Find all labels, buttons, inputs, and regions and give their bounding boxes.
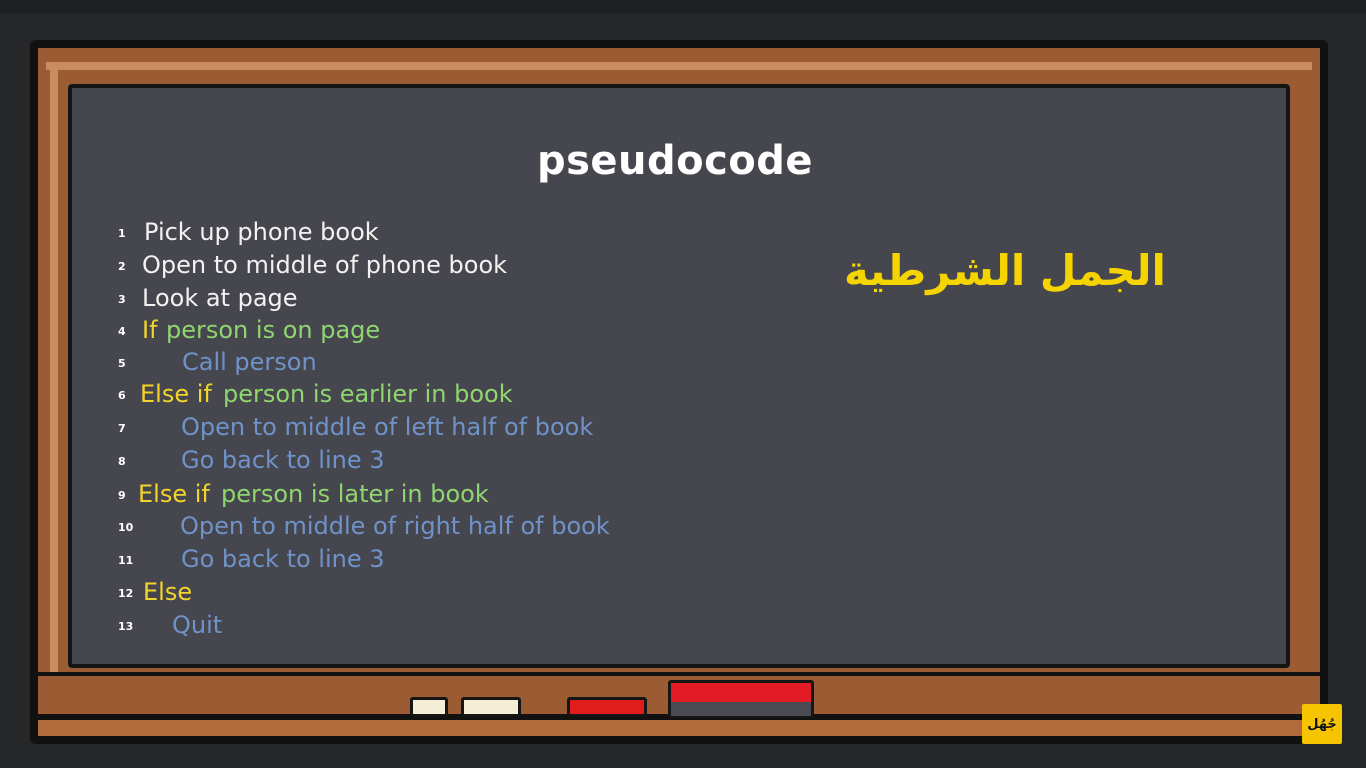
line-number: 3 <box>118 293 126 306</box>
line-number: 5 <box>118 357 126 370</box>
keyword: Else if <box>138 480 210 508</box>
top-strip <box>0 0 1366 14</box>
line-number: 11 <box>118 554 134 567</box>
line-number: 9 <box>118 489 126 502</box>
keyword: Else if <box>140 380 212 408</box>
arabic-title: الجمل الشرطية <box>844 246 1166 295</box>
line-number: 13 <box>118 620 134 633</box>
condition: person is later in book <box>221 480 489 508</box>
line-text: Look at page <box>142 284 298 312</box>
eraser-felt <box>671 702 811 716</box>
action: Open to middle of right half of book <box>180 512 610 540</box>
keyword: Else <box>143 578 193 606</box>
line-number: 12 <box>118 587 134 600</box>
action: Open to middle of left half of book <box>181 413 594 441</box>
line-text: Pick up phone book <box>144 218 379 246</box>
line-number: 10 <box>118 521 134 534</box>
action: Go back to line 3 <box>181 446 385 474</box>
chalk-ledge-base <box>38 720 1320 740</box>
channel-logo: جُهُل <box>1302 704 1342 744</box>
condition: person is on page <box>166 316 381 344</box>
wood-highlight <box>46 62 1312 70</box>
line-text: Open to middle of phone book <box>142 251 508 279</box>
line-number: 4 <box>118 325 126 338</box>
line-number: 2 <box>118 260 126 273</box>
page-title: pseudocode <box>536 138 814 184</box>
chalk-piece <box>461 697 521 717</box>
action: Go back to line 3 <box>181 545 385 573</box>
action: Call person <box>182 348 317 376</box>
chalk-piece <box>567 697 647 717</box>
line-number: 6 <box>118 389 126 402</box>
action: Quit <box>172 611 223 639</box>
keyword: If <box>142 316 158 344</box>
wood-highlight <box>50 62 58 682</box>
condition: person is earlier in book <box>223 380 513 408</box>
line-number: 8 <box>118 455 126 468</box>
line-number: 7 <box>118 422 126 435</box>
line-number: 1 <box>118 227 126 240</box>
chalk-piece <box>410 697 448 717</box>
